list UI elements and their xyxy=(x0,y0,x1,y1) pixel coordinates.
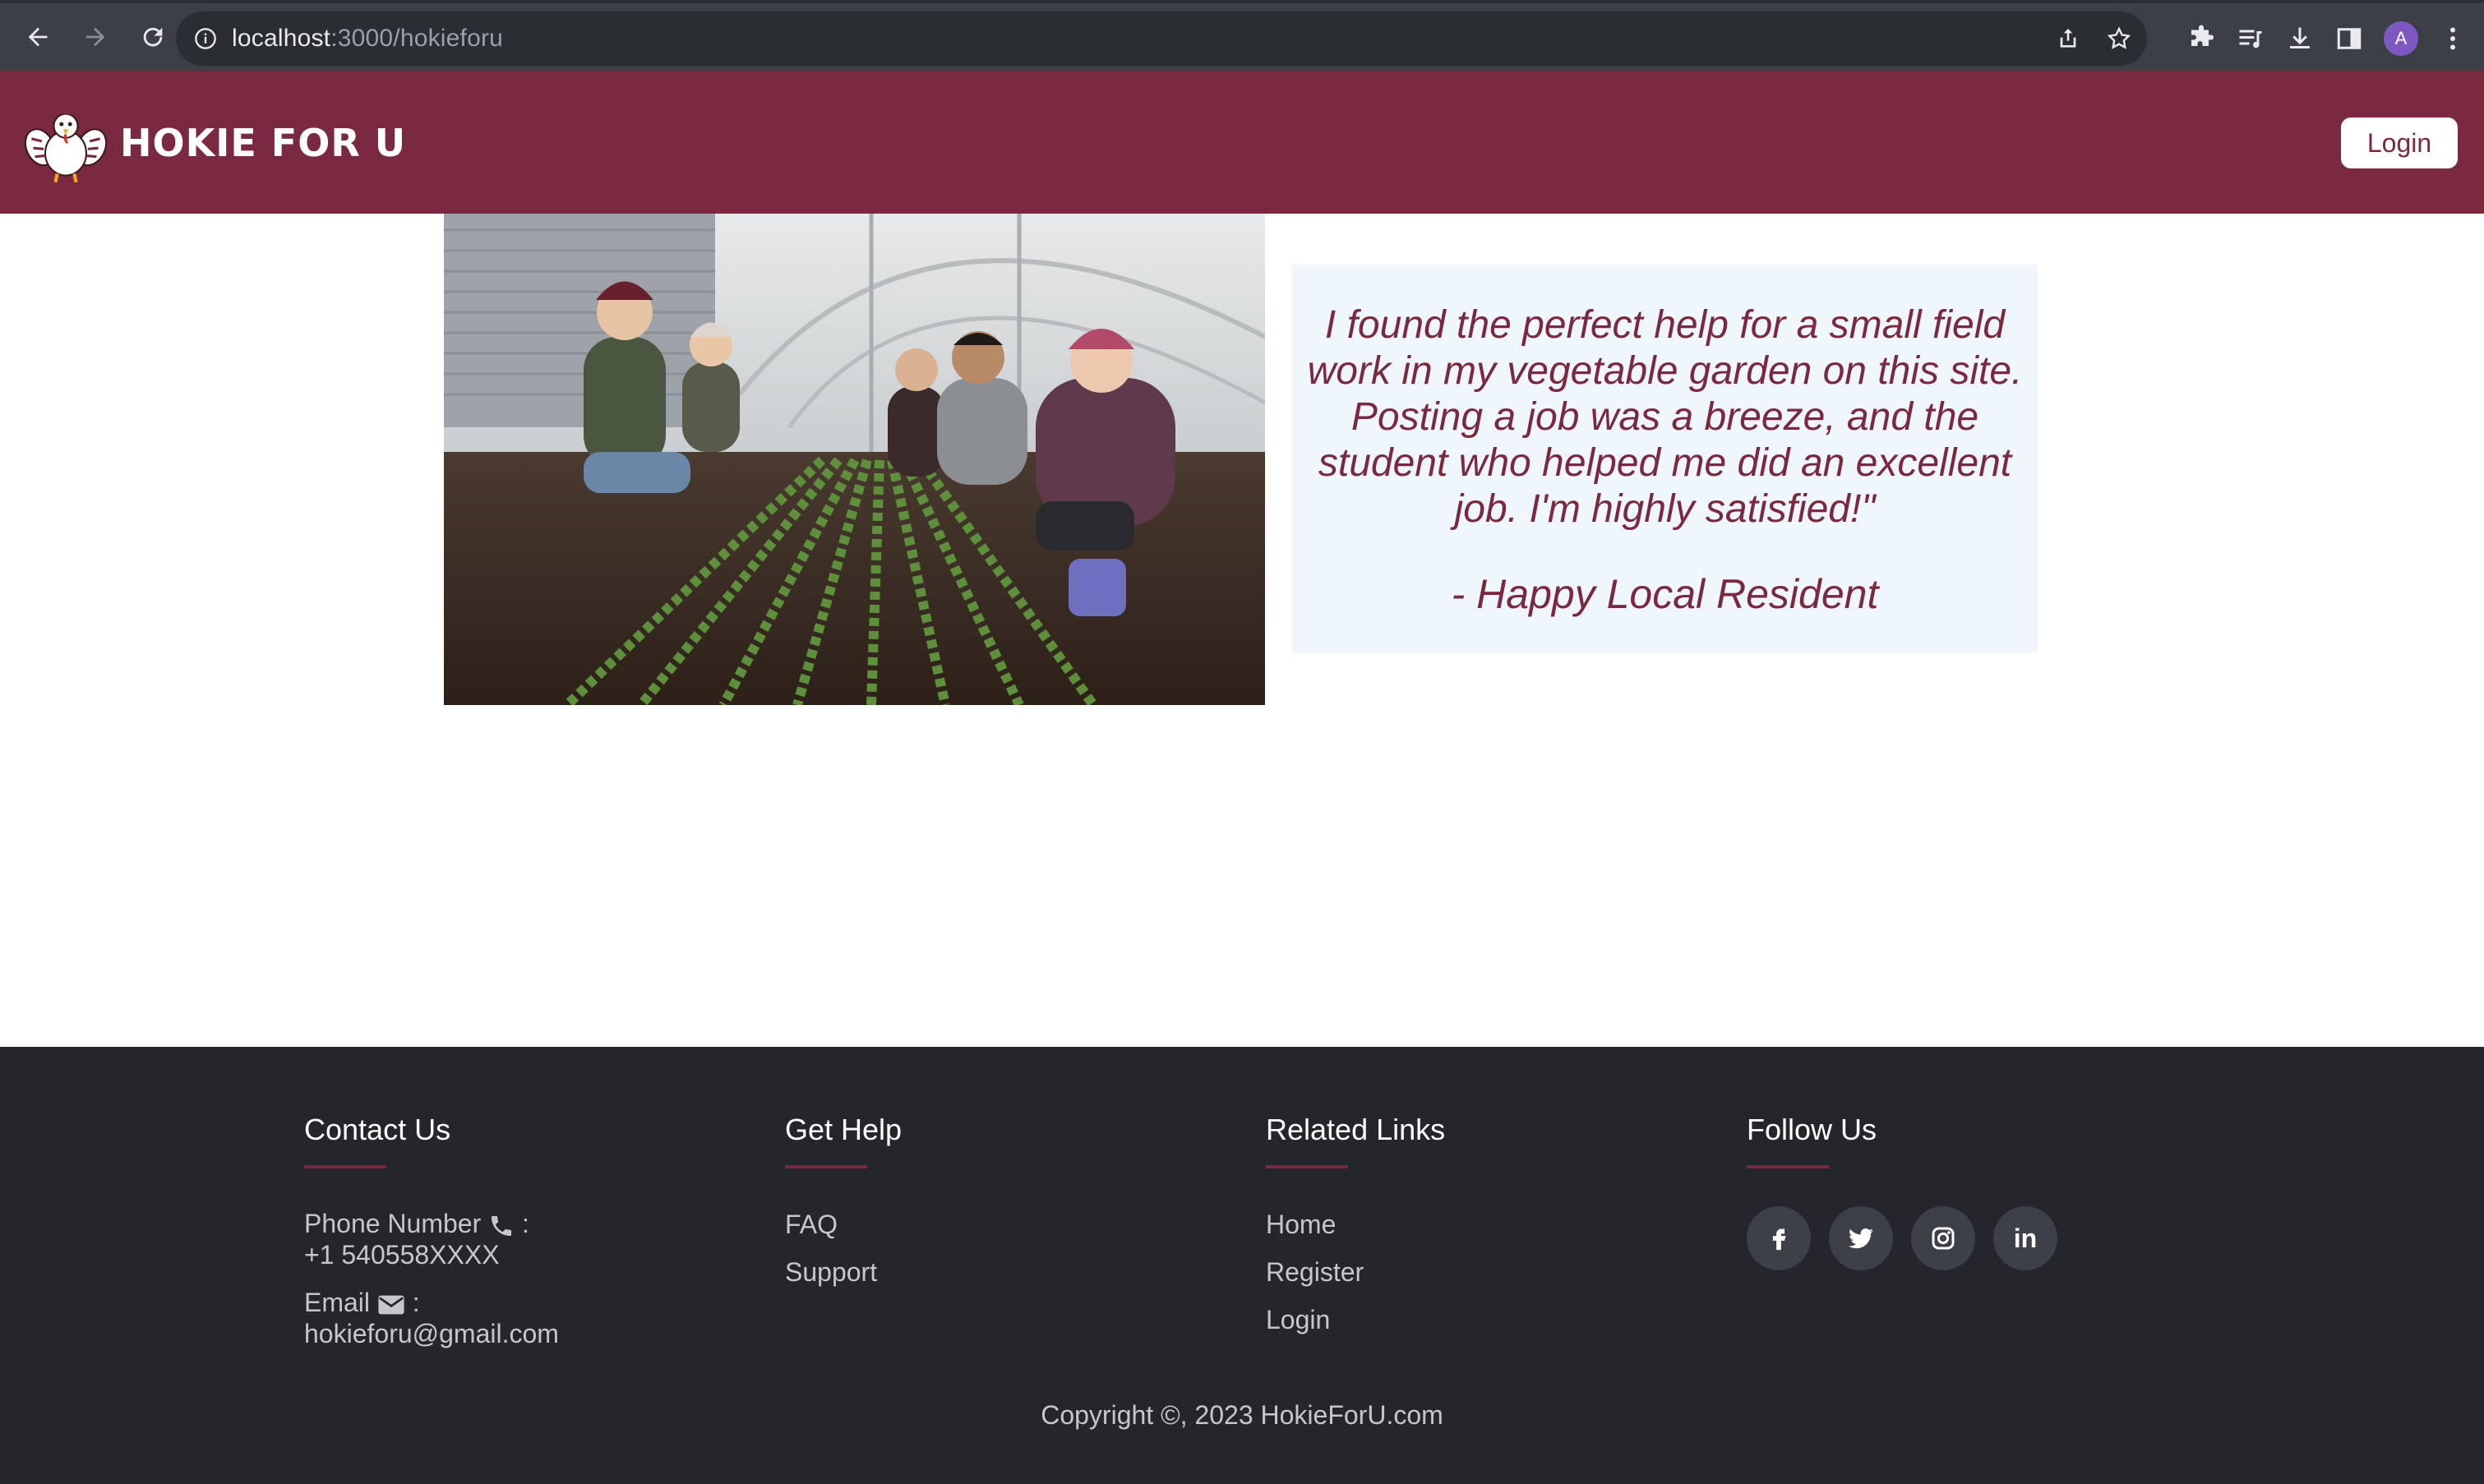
forward-arrow-icon xyxy=(85,27,105,47)
testimonial-card: I found the perfect help for a small fie… xyxy=(1292,265,2038,653)
address-bar[interactable]: localhost:3000/hokieforu xyxy=(176,12,2147,66)
login-button[interactable]: Login xyxy=(2341,118,2458,168)
side-panel-icon[interactable] xyxy=(2334,24,2364,53)
testimonial-author: - Happy Local Resident xyxy=(1451,571,1879,617)
footer-related-column: Related Links Home Register Login xyxy=(1266,1113,1445,1351)
envelope-icon xyxy=(378,1295,404,1314)
linkedin-button[interactable]: in xyxy=(1993,1206,2057,1270)
bookmark-star-icon[interactable] xyxy=(2106,25,2132,52)
facebook-icon xyxy=(1772,1228,1786,1251)
browser-toolbar: localhost:3000/hokieforu A xyxy=(0,0,2484,71)
reload-icon xyxy=(143,27,163,47)
heading-underline xyxy=(1266,1165,1348,1168)
back-button[interactable] xyxy=(12,11,64,63)
share-icon[interactable] xyxy=(2055,25,2081,52)
phone-icon xyxy=(492,1215,512,1236)
footer-contact-column: Contact Us Phone Number : +1 540558XXXX … xyxy=(304,1113,559,1366)
heading-underline xyxy=(1747,1165,1829,1168)
phone-separator: : xyxy=(522,1209,529,1238)
brand-name: HOKIE FOR U xyxy=(120,121,407,165)
footer-link-support[interactable]: Support xyxy=(785,1256,902,1303)
contact-phone: Phone Number : +1 540558XXXX xyxy=(304,1208,559,1270)
email-label: Email xyxy=(304,1288,371,1317)
site-info-icon[interactable] xyxy=(194,27,217,50)
profile-avatar[interactable]: A xyxy=(2384,21,2418,56)
more-menu-icon[interactable] xyxy=(2438,24,2468,53)
reload-button[interactable] xyxy=(127,11,179,63)
back-arrow-icon xyxy=(28,27,48,47)
footer-link-login[interactable]: Login xyxy=(1266,1303,1445,1351)
footer-related-heading: Related Links xyxy=(1266,1113,1446,1146)
twitter-icon xyxy=(1849,1228,1873,1249)
twitter-button[interactable] xyxy=(1829,1206,1893,1270)
media-queue-icon[interactable] xyxy=(2236,24,2265,53)
footer-follow-column: Follow Us in xyxy=(1747,1113,2057,1270)
footer-help-column: Get Help FAQ Support xyxy=(785,1113,902,1303)
linkedin-icon: in xyxy=(2013,1223,2038,1253)
site-header: HOKIE FOR U Login xyxy=(0,71,2484,214)
footer-link-faq[interactable]: FAQ xyxy=(785,1208,902,1256)
phone-label: Phone Number xyxy=(304,1209,482,1238)
footer-link-register[interactable]: Register xyxy=(1266,1256,1445,1303)
forward-button[interactable] xyxy=(69,11,122,63)
footer-link-home[interactable]: Home xyxy=(1266,1208,1445,1256)
downloads-icon[interactable] xyxy=(2285,24,2315,53)
testimonial-quote: I found the perfect help for a small fie… xyxy=(1307,303,2023,531)
hokie-turkey-logo xyxy=(24,110,108,183)
footer-help-heading: Get Help xyxy=(785,1113,903,1146)
extensions-puzzle-icon[interactable] xyxy=(2186,24,2216,53)
brand-home-link[interactable]: HOKIE FOR U xyxy=(23,100,406,186)
heading-underline xyxy=(304,1165,386,1168)
site-footer: Contact Us Phone Number : +1 540558XXXX … xyxy=(0,1047,2484,1484)
phone-value[interactable]: +1 540558XXXX xyxy=(304,1239,559,1270)
footer-follow-heading: Follow Us xyxy=(1747,1113,1877,1146)
email-separator: : xyxy=(412,1288,420,1317)
contact-email: Email : hokieforu@gmail.com xyxy=(304,1287,559,1349)
copyright-text: Copyright ©, 2023 HokieForU.com xyxy=(1041,1400,1443,1430)
footer-contact-heading: Contact Us xyxy=(304,1113,451,1146)
instagram-button[interactable] xyxy=(1911,1206,1975,1270)
facebook-button[interactable] xyxy=(1747,1206,1811,1270)
instagram-icon xyxy=(1932,1227,1955,1250)
heading-underline xyxy=(785,1165,867,1168)
email-value[interactable]: hokieforu@gmail.com xyxy=(304,1318,559,1349)
greenhouse-volunteers-photo xyxy=(444,214,1265,705)
url-text: localhost:3000/hokieforu xyxy=(232,25,504,52)
